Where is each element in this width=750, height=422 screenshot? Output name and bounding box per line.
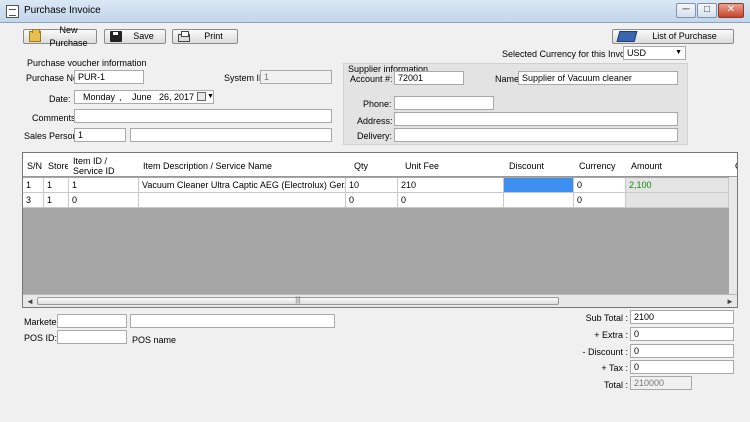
delivery-field[interactable] (394, 128, 678, 142)
date-picker[interactable]: Monday , June 26, 2017 ▼ (74, 90, 214, 104)
purchase-no-field[interactable]: PUR-1 (74, 70, 144, 84)
list-card-icon (616, 31, 638, 42)
calendar-icon[interactable] (197, 92, 206, 101)
discount-field[interactable]: 0 (630, 344, 734, 358)
chevron-down-icon: ▼ (675, 49, 682, 56)
scroll-right-icon[interactable]: ► (726, 297, 734, 306)
printer-icon (178, 30, 190, 42)
subtotal-field: 2100 (630, 310, 734, 324)
date-label: Date: (49, 94, 71, 104)
voucher-section-title: Purchase voucher information (27, 58, 147, 68)
supplier-name-field[interactable]: Supplier of Vacuum cleaner (518, 71, 678, 85)
col-description[interactable]: Item Description / Service Name (139, 153, 346, 177)
horizontal-scrollbar[interactable]: ◄ ||| ► (23, 294, 737, 307)
floppy-disk-icon (110, 31, 122, 42)
address-field[interactable] (394, 112, 678, 126)
new-folder-icon (29, 29, 41, 42)
marketer-name-field[interactable] (130, 314, 335, 328)
scroll-left-icon[interactable]: ◄ (26, 297, 34, 306)
system-id-field: 1 (260, 70, 332, 84)
scroll-thumb[interactable]: ||| (37, 297, 559, 305)
title-bar: Purchase Invoice ─ □ ✕ (0, 0, 750, 23)
extra-label: + Extra : (594, 330, 628, 340)
chevron-down-icon[interactable]: ▼ (207, 91, 213, 103)
total-label: Total : (603, 380, 628, 390)
tax-field[interactable]: 0 (630, 360, 734, 374)
selected-discount-cell[interactable] (504, 178, 574, 193)
total-field: 210000 (630, 376, 692, 390)
col-currency[interactable]: Currency (575, 153, 627, 177)
extra-field[interactable]: 0 (630, 327, 734, 341)
col-unit-fee[interactable]: Unit Fee (401, 153, 501, 177)
col-sn[interactable]: S/N (23, 153, 44, 177)
col-extra[interactable]: C (733, 153, 737, 177)
pos-id-field[interactable] (57, 330, 127, 344)
account-label: Account #: (350, 74, 393, 84)
discount-label: - Discount : (582, 347, 628, 357)
sales-person-name-field[interactable] (130, 128, 332, 142)
invoice-items-grid[interactable]: S/N Store Item ID / Service ID Item Desc… (22, 152, 738, 308)
window-title: Purchase Invoice (24, 5, 101, 16)
marketer-id-field[interactable] (57, 314, 127, 328)
col-store[interactable]: Store (44, 153, 68, 177)
col-amount[interactable]: Amount (627, 153, 735, 177)
address-label: Address: (357, 116, 393, 126)
currency-select[interactable]: USD ▼ (623, 46, 686, 60)
app-icon (6, 5, 19, 18)
phone-field[interactable] (394, 96, 494, 110)
close-button[interactable]: ✕ (718, 3, 744, 18)
comments-field[interactable] (74, 109, 332, 123)
grid-header: S/N Store Item ID / Service ID Item Desc… (23, 153, 737, 177)
save-button[interactable]: Save (104, 29, 166, 44)
pos-id-label: POS ID: (24, 333, 58, 343)
sales-person-id-field[interactable]: 1 (74, 128, 126, 142)
maximize-button[interactable]: □ (697, 3, 717, 18)
print-button[interactable]: Print (172, 29, 238, 44)
account-field[interactable]: 72001 (394, 71, 464, 85)
sales-person-label: Sales Person: (24, 131, 81, 141)
delivery-label: Delivery: (357, 131, 393, 141)
tax-label: + Tax : (601, 363, 628, 373)
comments-label: Comments: (32, 113, 79, 123)
col-discount[interactable]: Discount (505, 153, 575, 177)
pos-name-label: POS name (132, 335, 177, 345)
subtotal-label: Sub Total : (585, 313, 628, 323)
new-purchase-button[interactable]: New Purchase (23, 25, 97, 48)
col-item-id[interactable]: Item ID / Service ID (69, 153, 139, 177)
currency-label: Selected Currency for this Invoice: (502, 49, 640, 59)
list-of-purchase-button[interactable]: List of Purchase (612, 29, 734, 44)
phone-label: Phone: (363, 99, 392, 109)
purchase-no-label: Purchase No: (26, 73, 81, 83)
vertical-scrollbar[interactable] (729, 177, 737, 294)
col-qty[interactable]: Qty (350, 153, 399, 177)
minimize-button[interactable]: ─ (676, 3, 696, 18)
